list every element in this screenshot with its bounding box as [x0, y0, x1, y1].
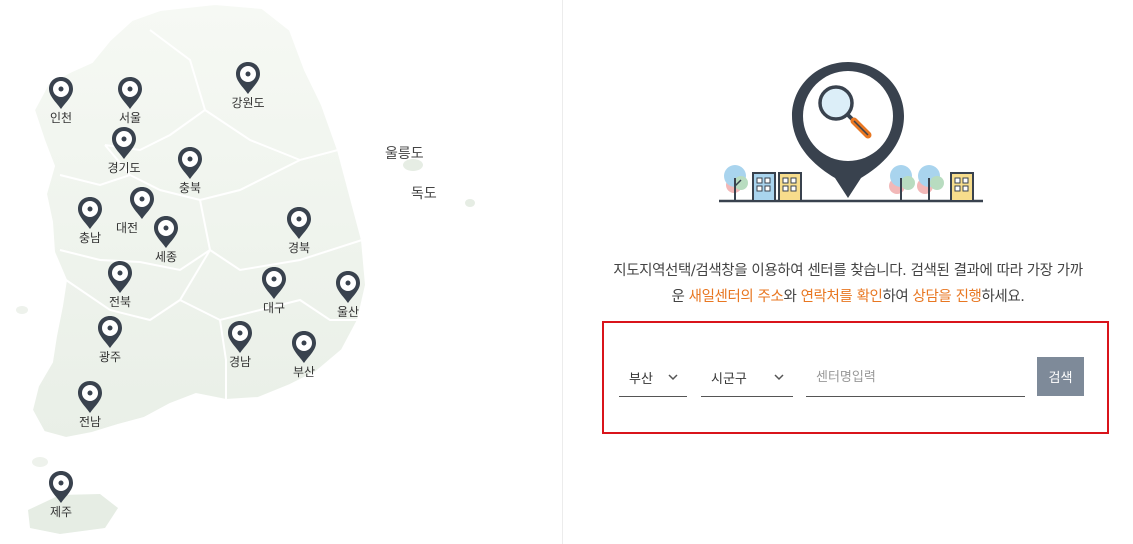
pin-label: 부산: [292, 365, 316, 379]
desc-highlight-contact: 연락처를 확인: [800, 289, 883, 305]
pin-label: 충북: [178, 181, 202, 195]
search-illustration: [719, 62, 983, 203]
district-select-value: 시군구: [711, 372, 747, 387]
map-pin-icon: [118, 77, 142, 109]
map-pin-icon: [336, 271, 360, 303]
district-select[interactable]: 시군구: [701, 359, 793, 397]
map-pin-icon: [98, 316, 122, 348]
search-description: 지도지역선택/검색창을 이용하여 센터를 찾습니다. 검색된 결과에 따라 가장…: [563, 258, 1133, 310]
south-islet: [32, 457, 48, 467]
chevron-down-icon: [774, 374, 784, 381]
korea-map-panel: 인천 서울 강원도 경기도 충북 충남 대전 세종 경북 전북 대구 울산 광주…: [0, 0, 562, 544]
region-select[interactable]: 부산: [619, 359, 687, 397]
desc-text: 하세요.: [981, 289, 1025, 305]
dokdo-island: [465, 199, 475, 207]
map-pin-seoul[interactable]: 서울: [115, 76, 145, 125]
pin-label: 대구: [262, 301, 286, 315]
map-pin-icon: [236, 62, 260, 94]
desc-highlight-consult: 상담을 진행: [912, 289, 982, 305]
west-islet: [16, 306, 28, 314]
map-pin-icon: [78, 381, 102, 413]
search-panel: 지도지역선택/검색창을 이용하여 센터를 찾습니다. 검색된 결과에 따라 가장…: [563, 0, 1133, 544]
description-line-2: 운 새일센터의 주소와 연락처를 확인하여 상담을 진행하세요.: [563, 284, 1133, 310]
map-pin-jeonnam[interactable]: 전남: [75, 380, 105, 429]
desc-highlight-address: 새일센터의 주소: [688, 289, 784, 305]
pin-label: 경기도: [107, 161, 141, 175]
pin-label: 울산: [336, 305, 360, 319]
map-pin-jeonbuk[interactable]: 전북: [105, 260, 135, 309]
map-pin-icon: [292, 331, 316, 363]
pin-label: 경남: [228, 355, 252, 369]
description-line-1: 지도지역선택/검색창을 이용하여 센터를 찾습니다. 검색된 결과에 따라 가장…: [613, 263, 1083, 279]
page-root: 인천 서울 강원도 경기도 충북 충남 대전 세종 경북 전북 대구 울산 광주…: [0, 0, 1133, 544]
map-pin-icon: [49, 471, 73, 503]
pin-label: 세종: [154, 250, 178, 264]
pin-label: 충남: [78, 231, 102, 245]
map-pin-daegu[interactable]: 대구: [259, 266, 289, 315]
map-pin-icon: [154, 216, 178, 248]
pin-label: 제주: [49, 505, 73, 519]
desc-text: 와: [783, 289, 801, 305]
map-pin-icon: [287, 207, 311, 239]
map-pin-sejong[interactable]: 세종: [151, 215, 181, 264]
map-pin-gangwon[interactable]: 강원도: [231, 61, 265, 110]
desc-text: 운: [671, 289, 689, 305]
desc-text: 하여: [882, 289, 913, 305]
pin-label: 광주: [98, 350, 122, 364]
map-pin-icon: [228, 321, 252, 353]
search-button[interactable]: 검색: [1037, 357, 1084, 396]
pin-label: 경북: [287, 241, 311, 255]
map-pin-chungbuk[interactable]: 충북: [175, 146, 205, 195]
map-pin-icon: [49, 77, 73, 109]
map-pin-icon: [78, 197, 102, 229]
map-pin-icon: [108, 261, 132, 293]
map-pin-gwangju[interactable]: 광주: [95, 315, 125, 364]
map-pin-gyeongnam[interactable]: 경남: [225, 320, 255, 369]
map-pin-icon: [112, 127, 136, 159]
search-form-box: 부산 시군구 검색: [602, 321, 1109, 434]
map-pin-gyeonggi[interactable]: 경기도: [107, 126, 141, 175]
pin-label: 서울: [118, 111, 142, 125]
map-pin-ulsan[interactable]: 울산: [333, 270, 363, 319]
map-pin-icon: [262, 267, 286, 299]
pin-label: 전남: [78, 415, 102, 429]
ulleungdo-label: 울릉도: [385, 146, 424, 162]
region-select-value: 부산: [629, 372, 653, 387]
chevron-down-icon: [668, 374, 678, 381]
map-pin-busan[interactable]: 부산: [289, 330, 319, 379]
map-pin-chungnam[interactable]: 충남: [75, 196, 105, 245]
pin-label: 대전: [115, 221, 139, 235]
map-pin-jeju[interactable]: 제주: [46, 470, 76, 519]
pin-label: 인천: [49, 111, 73, 125]
pin-label: 전북: [108, 295, 132, 309]
pin-label: 강원도: [231, 96, 265, 110]
map-pin-icon: [178, 147, 202, 179]
dokdo-label: 독도: [411, 186, 437, 202]
map-pin-incheon[interactable]: 인천: [46, 76, 76, 125]
center-name-input[interactable]: [806, 359, 1025, 397]
map-pin-gyeongbuk[interactable]: 경북: [284, 206, 314, 255]
